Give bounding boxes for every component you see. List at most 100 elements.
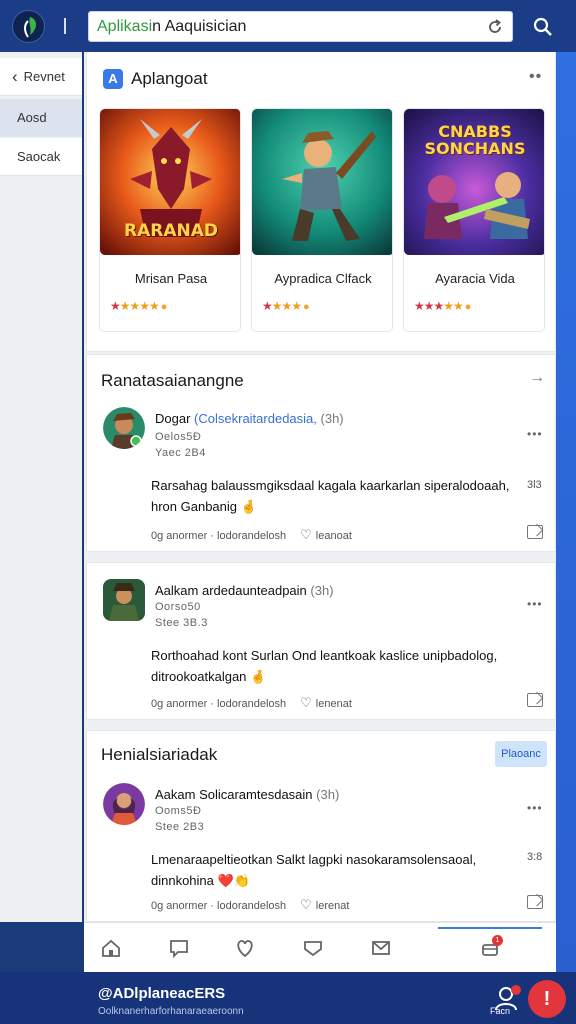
user-label: Facn [490,1006,511,1016]
chat-icon[interactable] [168,937,190,959]
trending-section: Henialsiariadak Plaoanc Aakam Solicaramt… [86,730,556,922]
reviews-section: Ranatasaianangne → Dogar (Colsekraitarde… [86,354,556,552]
post-footer: 0g anormer · lodorandelosh ♡ leanoat [151,527,352,543]
footer-title: @ADlplaneacERS [98,985,226,1002]
post-text: Lmenaraapeltieotkan Salkt lagpki nasokar… [151,852,477,888]
post-meta: Stee 3B.3 [155,617,208,629]
refresh-icon[interactable] [486,18,504,36]
top-bar: Aplikasin Aaquisician [0,0,576,52]
post-card: Aalkam ardedaunteadpain (3h) Oorso50 Ste… [86,562,556,720]
search-query-rest: n Aaquisician [152,18,247,35]
post-text: Rorthoahad kont Surlan Ond leantkoak kas… [151,648,498,684]
section-title: Henialsiariadak [101,745,218,764]
share-icon[interactable] [527,895,543,909]
post-author[interactable]: Dogar (Colsekraitardedasia, (3h) [155,411,344,426]
post-footer: 0g anormer · lodorandelosh ♡ lerenat [151,897,349,913]
sidebar-item-label: Aosd [17,110,47,125]
rating-stars: ★★★★★ ● [110,299,167,313]
post-meta: Yaec 2B4 [155,447,206,459]
post-author[interactable]: Aalkam ardedaunteadpain (3h) [155,583,334,598]
post-footer-text: 0g anormer · lodorandelosh [151,900,287,912]
post-time: (3h) [316,787,340,802]
sidebar: ‹ Revnet Aosd Saocak [0,52,82,922]
bookmark-icon[interactable] [302,937,324,959]
author-link[interactable]: (Colsekraitardedasia, [194,411,317,426]
post-text: Rarsahag balaussmgiksdaal kagala kaarkar… [151,478,510,514]
chevron-left-icon: ‹ [12,67,18,86]
post-footer: 0g anormer · lodorandelosh ♡ lenenat [151,695,352,711]
post-footer-action[interactable]: lenenat [316,698,352,710]
like-icon[interactable]: ♡ [300,897,312,912]
post-meta: Stee 2B3 [155,821,205,833]
bottom-nav: 1 [84,922,556,972]
search-field[interactable]: Aplikasin Aaquisician [88,11,513,42]
post-footer-action[interactable]: leanoat [316,530,352,542]
section-title: Aplangoat [131,69,208,88]
sidebar-item[interactable]: Saocak [0,138,82,176]
header-divider [64,18,66,34]
search-query[interactable]: Aplikasin Aaquisician [97,18,246,36]
post-author[interactable]: Aakam Solicaramtesdasain (3h) [155,787,339,802]
arrow-right-icon[interactable]: → [529,369,545,387]
more-options-icon[interactable]: •• [529,68,542,86]
game-name: Ayaracia Vida [435,271,515,286]
post-meta: Oelos5Đ [155,431,202,443]
heart-icon[interactable] [234,937,256,959]
game-card[interactable]: CNABBS SONCHANS Ayaracia Vida ★★★★★ ● [403,108,545,332]
game-art-title: CNABBS SONCHANS [424,122,526,158]
more-options-icon[interactable]: ••• [527,801,543,815]
game-name: Aypradica Clfack [274,271,372,286]
sidebar-back-label: Revnet [23,69,65,84]
author-name: Dogar [155,411,191,426]
post-footer-text: 0g anormer · lodorandelosh [151,698,287,710]
game-art-title: RARANAD [124,221,218,241]
game-card[interactable]: Aypradica Clfack ★★★★ ● [251,108,393,332]
avatar[interactable] [103,579,145,621]
home-icon[interactable] [100,937,122,959]
footer-subtitle: Oolknanerharforhanaraeaeroonn [98,1006,244,1017]
more-options-icon[interactable]: ••• [527,427,543,441]
search-icon[interactable] [528,12,558,42]
sidebar-item-active[interactable]: Aosd [0,99,82,137]
post-meta: Oorso50 [155,601,201,613]
store-icon: A [103,69,123,89]
mail-icon[interactable] [370,937,392,959]
rating-stars: ★★★★★ ● [414,299,471,313]
avatar[interactable] [103,783,145,825]
author-name: Aalkam ardedaunteadpain [155,583,307,598]
avatar[interactable] [103,407,145,449]
search-query-prefix: Aplikasi [97,18,153,35]
sidebar-back-button[interactable]: ‹ Revnet [0,58,82,96]
right-accent-strip [556,52,576,972]
post-time: (3h) [320,411,344,426]
like-icon[interactable]: ♡ [300,527,312,542]
author-name: Aakam Solicaramtesdasain [155,787,313,802]
sidebar-item-label: Saocak [17,149,61,164]
more-options-icon[interactable]: ••• [527,597,543,611]
post-footer-text: 0g anormer · lodorandelosh [151,530,287,542]
alert-button[interactable]: ! [528,980,566,1018]
user-icon[interactable] [490,982,526,1022]
post-count: 3:8 [527,851,543,863]
featured-section: A Aplangoat •• RARANAD Mrisan Pasa ★★★★★… [86,52,556,352]
game-cover-image: RARANAD [100,109,240,255]
post-meta: Ooms5Ð [155,805,202,817]
game-cover-image [252,109,392,255]
game-name: Mrisan Pasa [134,271,208,286]
post-count: 3l3 [527,479,542,491]
post-time: (3h) [310,583,334,598]
app-logo[interactable] [12,10,45,43]
like-icon[interactable]: ♡ [300,695,312,710]
footer: @ADlplaneacERS Oolknanerharforhanaraeaer… [0,972,576,1024]
main-content: A Aplangoat •• RARANAD Mrisan Pasa ★★★★★… [84,52,556,922]
game-cover-image: CNABBS SONCHANS [404,109,544,255]
notification-badge: 1 [492,935,503,946]
game-card[interactable]: RARANAD Mrisan Pasa ★★★★★ ● [99,108,241,332]
active-tab-indicator [438,927,542,929]
rating-stars: ★★★★ ● [262,299,310,313]
share-icon[interactable] [527,525,543,539]
section-title: Ranatasaianangne [101,371,244,390]
share-icon[interactable] [527,693,543,707]
post-footer-action[interactable]: lerenat [316,900,350,912]
filter-tag-button[interactable]: Plaoanc [495,741,547,767]
